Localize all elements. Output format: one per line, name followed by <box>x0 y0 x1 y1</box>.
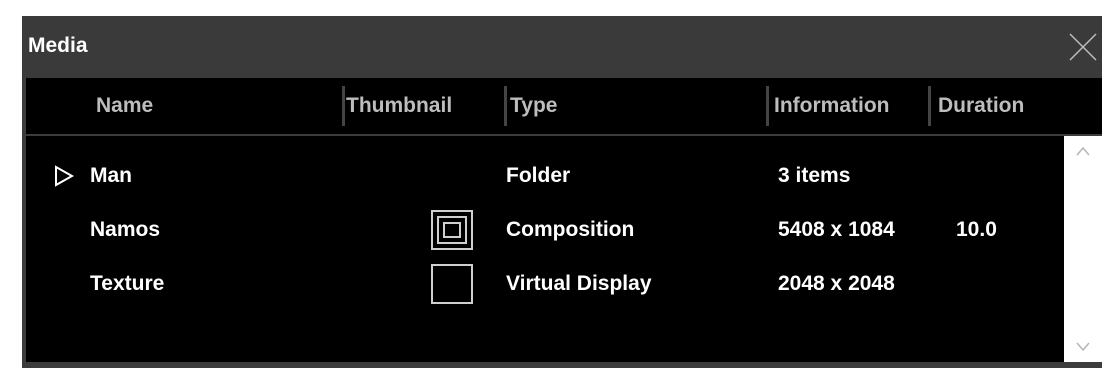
column-header-thumbnail[interactable]: Thumbnail <box>346 94 452 118</box>
list-item[interactable]: Namos Composition 5408 x 1084 10.0 <box>26 204 1064 258</box>
item-type: Virtual Display <box>506 272 652 295</box>
item-name: Man <box>90 164 132 187</box>
panel-title-bar: Media <box>22 16 1102 78</box>
item-information: 2048 x 2048 <box>778 272 895 295</box>
vertical-scrollbar[interactable] <box>1064 136 1102 362</box>
column-divider[interactable] <box>928 86 931 126</box>
list-item[interactable]: Texture Virtual Display 2048 x 2048 <box>26 258 1064 312</box>
column-divider[interactable] <box>504 86 507 126</box>
close-icon[interactable] <box>1068 32 1098 62</box>
column-divider[interactable] <box>342 86 345 126</box>
scroll-up-icon[interactable] <box>1076 146 1090 156</box>
item-duration: 10.0 <box>956 218 997 241</box>
item-name: Texture <box>90 272 165 295</box>
column-header-duration[interactable]: Duration <box>938 94 1024 118</box>
item-information: 3 items <box>778 164 851 187</box>
composition-icon <box>431 210 473 250</box>
item-type: Folder <box>506 164 571 187</box>
empty-thumbnail-box <box>431 264 473 304</box>
column-header-information[interactable]: Information <box>774 94 890 118</box>
media-panel: Media Name Thumbnail Type Information Du… <box>22 16 1102 368</box>
item-name: Namos <box>90 218 161 241</box>
scroll-down-icon[interactable] <box>1076 342 1090 352</box>
column-header-name[interactable]: Name <box>96 94 153 118</box>
list-item[interactable]: Man Folder 3 items <box>26 150 1064 204</box>
media-list[interactable]: Man Folder 3 items Namos Composition 540… <box>26 136 1064 362</box>
column-header-type[interactable]: Type <box>510 94 557 118</box>
panel-title: Media <box>28 34 88 57</box>
expand-arrow-icon[interactable] <box>52 164 76 188</box>
item-information: 5408 x 1084 <box>778 218 895 241</box>
column-divider[interactable] <box>766 86 769 126</box>
table-header: Name Thumbnail Type Information Duration <box>26 78 1102 134</box>
item-type: Composition <box>506 218 635 241</box>
